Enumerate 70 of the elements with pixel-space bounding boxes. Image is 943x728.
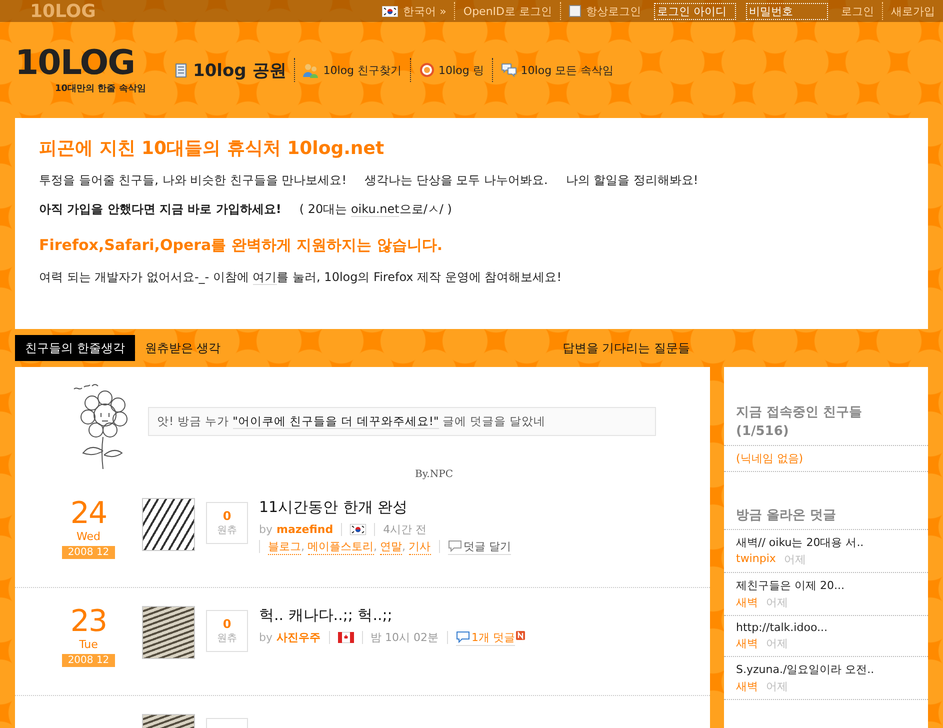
site-logo[interactable]: 10LOG — [15, 46, 165, 80]
tag-separator: , — [374, 540, 377, 553]
post-weekday: Wed — [76, 530, 100, 543]
here-link[interactable]: 여기 — [252, 270, 277, 285]
nav-tab[interactable]: 10log 친구찾기 — [294, 58, 410, 82]
intro-text: 나의 할일을 정리해봐요! — [566, 172, 698, 189]
intro-heading: 피곤에 지친 10대들의 휴식처 10log.net — [39, 137, 386, 160]
nav-tab[interactable]: 10log 공원 — [165, 54, 294, 86]
signature-text: By.NPC — [415, 469, 454, 480]
login-id-field[interactable]: 로그인 아이디 — [654, 2, 736, 20]
tag-separator: , — [301, 540, 304, 553]
tag-separator: , — [402, 540, 406, 553]
recommend-label: 원츄 — [217, 524, 237, 537]
intro-text: 생각나는 단상을 모두 나누어봐요. — [364, 172, 548, 189]
recommend-label: 원츄 — [217, 632, 237, 645]
sidebar-heading: 지금 접속중인 친구들 — [736, 404, 864, 422]
intro-text: 여력 되는 개발자가 없어서요-_- 이참에 여기를 눌러, 10log의 Firefox 제작 운영에 참여해보세요! — [39, 269, 563, 286]
language-label: 한국어 » — [403, 4, 446, 18]
tab[interactable]: 답변을 기다리는 질문들 — [552, 335, 700, 361]
post-month: 2008 12 — [62, 546, 116, 559]
tab[interactable]: 친구들의 한줄생각 — [15, 335, 135, 361]
by-label: by — [259, 523, 272, 536]
post-weekday: Tue — [79, 638, 98, 651]
online-count: (1/516) — [736, 423, 790, 441]
post-title[interactable]: 헉.. 캐나다..;; 헉..;; — [259, 606, 609, 625]
thumbnail-placeholder — [142, 498, 195, 551]
password-field[interactable]: 비밀번호 — [746, 2, 828, 20]
remember-label: 항상로그인 — [586, 4, 641, 18]
intro-text: ( 20대는 oiku.net으로/ㅅ/ ) — [299, 201, 452, 218]
comment-link[interactable]: S.yzuna./일요일이라 오전.. — [736, 662, 916, 677]
comment-time: 어제 — [766, 595, 788, 610]
speech-bubble-icon — [456, 631, 470, 643]
join-link[interactable]: 아직 가입을 안했다면 지금 바로 가입하세요! — [39, 201, 282, 218]
canada-flag-icon — [338, 632, 354, 643]
remember-checkbox[interactable] — [569, 5, 581, 17]
comment-link[interactable]: 덧글 달기 — [448, 538, 511, 554]
comment-time: 어제 — [766, 679, 788, 694]
post-title[interactable]: 11시간동안 한개 완성 — [259, 498, 609, 517]
post-day: 24 — [70, 498, 107, 530]
post-month: 2008 12 — [62, 654, 116, 667]
building-icon — [173, 62, 189, 78]
speech-bubbles-icon — [500, 62, 517, 78]
people-icon — [303, 62, 320, 78]
nav-tab[interactable]: 10log 링 — [410, 58, 492, 82]
post-time: 4시간 전 — [374, 523, 435, 536]
korea-flag-icon — [350, 524, 366, 535]
ring-icon — [418, 62, 435, 78]
korea-flag-icon — [382, 6, 398, 16]
new-badge-icon — [516, 631, 525, 640]
site-tagline: 10대만의 한줄 속삭임 — [55, 82, 147, 94]
nav-tab[interactable]: 10log 모든 속삭임 — [492, 58, 622, 82]
browser-warning: Firefox,Safari,Opera를 완벽하게 지원하지는 않습니다. — [39, 236, 444, 255]
oiku-link[interactable]: oiku.net — [350, 202, 400, 217]
comment-time: 어제 — [784, 552, 806, 567]
post-day: 23 — [70, 606, 107, 638]
comment-time: 어제 — [766, 636, 788, 651]
speech-bubble-icon — [448, 540, 462, 552]
post-time: 밤 10시 02분 — [362, 631, 446, 644]
comment-link[interactable]: 새벽// oiku는 20대용 서.. — [736, 535, 916, 550]
thumbnail-placeholder — [142, 606, 195, 659]
recommend-count: 0 — [222, 617, 232, 631]
intro-text: 투정을 들어줄 친구들, 나와 비슷한 친구들을 만나보세요! — [39, 172, 347, 189]
sidebar-heading: 방금 올라온 덧글 — [736, 507, 838, 525]
comment-link[interactable]: 제친구들은 이제 20... — [736, 578, 916, 593]
post-link[interactable]: "어이쿠에 친구들을 더 데꾸와주세요!" — [232, 414, 439, 428]
comment-link[interactable]: http://talk.idoo... — [736, 621, 916, 634]
by-label: by — [259, 631, 272, 644]
recommend-count: 0 — [222, 509, 232, 523]
tab[interactable]: 원츄받은 생각 — [134, 335, 231, 361]
notice-message: 앗! 방금 누가 "어이쿠에 친구들을 더 데꾸와주세요!" 글에 덧글을 달았네 — [148, 406, 656, 436]
